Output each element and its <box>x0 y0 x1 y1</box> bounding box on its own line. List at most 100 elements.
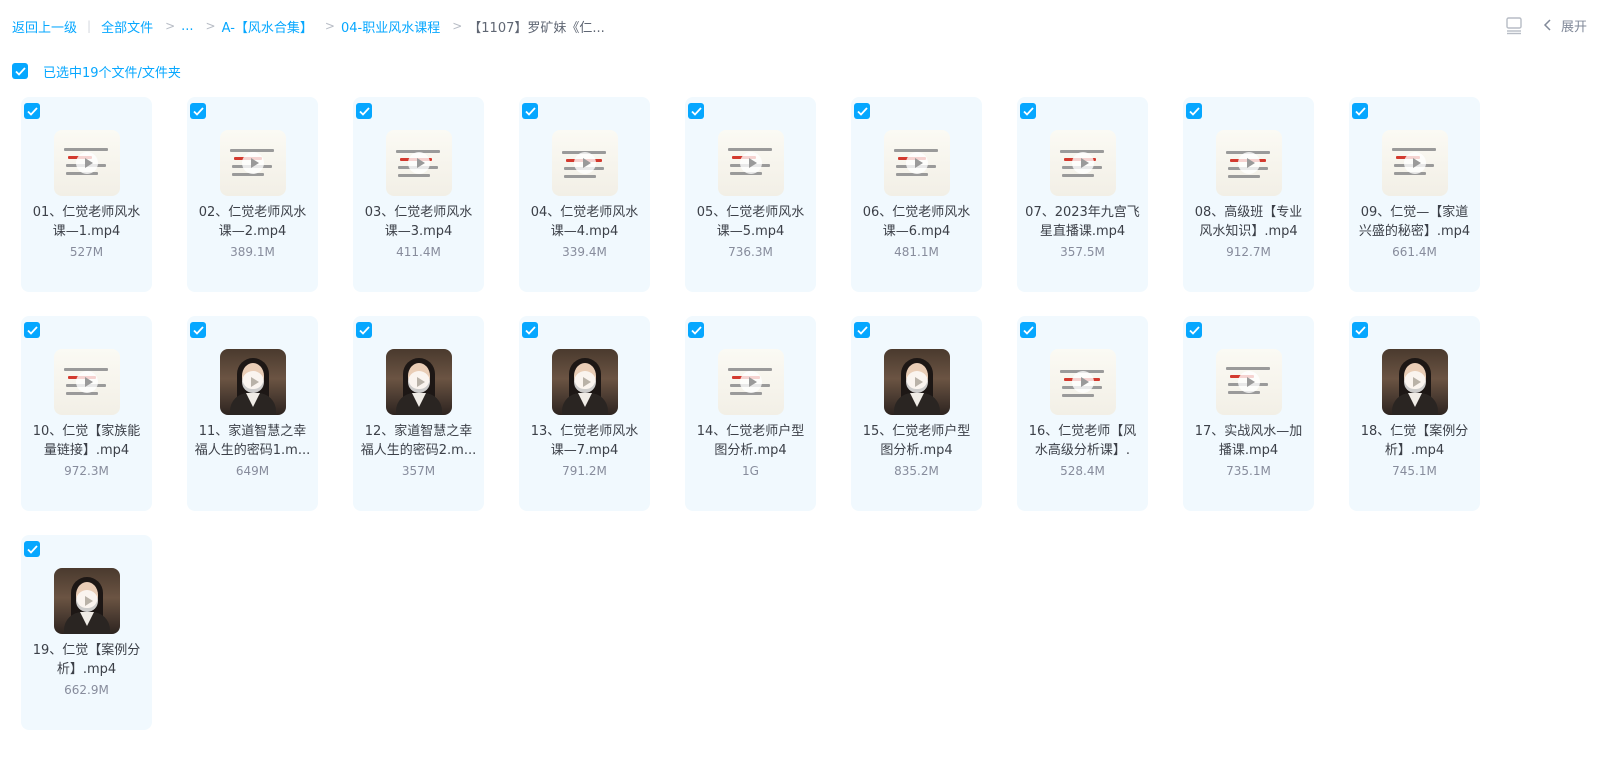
check-icon <box>856 325 868 335</box>
check-icon <box>1022 106 1034 116</box>
file-tile[interactable]: 11、家道智慧之幸福人生的密码1.m... 649M <box>187 316 318 511</box>
back-link[interactable]: 返回上一级 <box>12 17 77 36</box>
slide-thumbnail <box>1382 130 1448 196</box>
check-icon <box>690 106 702 116</box>
file-name: 01、仁觉老师风水课—1.mp4 <box>32 205 141 239</box>
check-icon <box>1354 325 1366 335</box>
list-view-icon[interactable] <box>1503 14 1525 36</box>
file-tile[interactable]: 17、实战风水—加播课.mp4 735.1M <box>1183 316 1314 511</box>
select-all-checkbox[interactable] <box>12 63 28 79</box>
file-tile[interactable]: 13、仁觉老师风水课—7.mp4 791.2M <box>519 316 650 511</box>
play-icon <box>242 152 264 174</box>
expand-button[interactable]: 展开 <box>1543 16 1587 35</box>
file-name: 19、仁觉【案例分析】.mp4 <box>32 643 141 677</box>
file-tile[interactable]: 06、仁觉老师风水课—6.mp4 481.1M <box>851 97 982 292</box>
file-tile[interactable]: 18、仁觉【案例分析】.mp4 745.1M <box>1349 316 1480 511</box>
file-checkbox[interactable] <box>1352 322 1368 338</box>
play-icon <box>76 590 98 612</box>
file-checkbox[interactable] <box>24 322 40 338</box>
file-size: 389.1M <box>230 245 275 259</box>
video-thumbnail <box>220 349 286 415</box>
breadcrumb-level-1[interactable]: A-【风水合集】 <box>222 17 313 36</box>
file-checkbox[interactable] <box>1020 322 1036 338</box>
right-tools: 展开 <box>1503 14 1587 36</box>
file-checkbox[interactable] <box>688 103 704 119</box>
file-tile[interactable]: 19、仁觉【案例分析】.mp4 662.9M <box>21 535 152 730</box>
file-checkbox[interactable] <box>356 322 372 338</box>
file-tile[interactable]: 09、仁觉—【家道兴盛的秘密】.mp4 661.4M <box>1349 97 1480 292</box>
file-tile[interactable]: 03、仁觉老师风水课—3.mp4 411.4M <box>353 97 484 292</box>
breadcrumb-separator-icon: > <box>324 19 335 33</box>
play-icon <box>242 371 264 393</box>
file-tile[interactable]: 10、仁觉【家族能量链接】.mp4 972.3M <box>21 316 152 511</box>
play-icon <box>76 152 98 174</box>
file-size: 662.9M <box>64 683 109 697</box>
breadcrumb-all-files[interactable]: 全部文件 <box>101 17 153 36</box>
file-checkbox[interactable] <box>854 322 870 338</box>
file-checkbox[interactable] <box>24 103 40 119</box>
check-icon <box>1354 106 1366 116</box>
file-size: 527M <box>69 245 104 259</box>
video-thumbnail <box>884 349 950 415</box>
file-tile[interactable]: 14、仁觉老师户型图分析.mp4 1G <box>685 316 816 511</box>
file-name: 07、2023年九宫飞星直播课.mp4 <box>1025 205 1140 239</box>
file-tile[interactable]: 08、高级班【专业风水知识】.mp4 912.7M <box>1183 97 1314 292</box>
file-grid: 01、仁觉老师风水课—1.mp4 527M 02、仁觉老师风水课—2.mp4 389.… <box>21 97 1491 730</box>
breadcrumb-ellipsis[interactable]: ... <box>181 19 193 34</box>
slide-thumbnail <box>54 349 120 415</box>
file-name: 16、仁觉老师【风水高级分析课】. <box>1028 424 1137 458</box>
file-checkbox[interactable] <box>522 103 538 119</box>
breadcrumb-separator-icon: > <box>165 19 176 33</box>
file-name: 06、仁觉老师风水课—6.mp4 <box>862 205 971 239</box>
file-tile[interactable]: 12、家道智慧之幸福人生的密码2.m... 357M <box>353 316 484 511</box>
file-name: 15、仁觉老师户型图分析.mp4 <box>862 424 971 458</box>
video-thumbnail <box>1382 349 1448 415</box>
file-size: 972.3M <box>64 464 109 478</box>
check-icon <box>690 325 702 335</box>
file-checkbox[interactable] <box>1020 103 1036 119</box>
file-checkbox[interactable] <box>190 322 206 338</box>
breadcrumb-level-2[interactable]: 04-职业风水课程 <box>341 17 440 36</box>
slide-thumbnail <box>1050 349 1116 415</box>
file-checkbox[interactable] <box>24 541 40 557</box>
video-thumbnail <box>54 568 120 634</box>
file-size: 1G <box>742 464 759 478</box>
file-tile[interactable]: 05、仁觉老师风水课—5.mp4 736.3M <box>685 97 816 292</box>
video-thumbnail <box>552 349 618 415</box>
chevron-left-icon <box>1543 19 1551 31</box>
breadcrumb-separator-icon: > <box>452 19 463 33</box>
check-icon <box>1022 325 1034 335</box>
file-size: 736.3M <box>728 245 773 259</box>
check-icon <box>14 66 26 76</box>
breadcrumb: 返回上一级 | 全部文件 > ... > A-【风水合集】 > 04-职业风水课… <box>12 16 605 36</box>
file-size: 411.4M <box>396 245 441 259</box>
file-size: 661.4M <box>1392 245 1437 259</box>
file-checkbox[interactable] <box>356 103 372 119</box>
file-tile[interactable]: 16、仁觉老师【风水高级分析课】. 528.4M <box>1017 316 1148 511</box>
play-icon <box>574 152 596 174</box>
play-icon <box>1404 152 1426 174</box>
file-name: 14、仁觉老师户型图分析.mp4 <box>696 424 805 458</box>
file-checkbox[interactable] <box>854 103 870 119</box>
file-checkbox[interactable] <box>522 322 538 338</box>
file-tile[interactable]: 07、2023年九宫飞星直播课.mp4 357.5M <box>1017 97 1148 292</box>
file-checkbox[interactable] <box>1186 322 1202 338</box>
file-size: 481.1M <box>894 245 939 259</box>
file-tile[interactable]: 02、仁觉老师风水课—2.mp4 389.1M <box>187 97 318 292</box>
file-checkbox[interactable] <box>1352 103 1368 119</box>
file-checkbox[interactable] <box>688 322 704 338</box>
file-checkbox[interactable] <box>1186 103 1202 119</box>
file-tile[interactable]: 04、仁觉老师风水课—4.mp4 339.4M <box>519 97 650 292</box>
file-name: 18、仁觉【案例分析】.mp4 <box>1360 424 1469 458</box>
file-size: 735.1M <box>1226 464 1271 478</box>
file-tile[interactable]: 01、仁觉老师风水课—1.mp4 527M <box>21 97 152 292</box>
file-name: 09、仁觉—【家道兴盛的秘密】.mp4 <box>1358 205 1471 239</box>
file-tile[interactable]: 15、仁觉老师户型图分析.mp4 835.2M <box>851 316 982 511</box>
slide-thumbnail <box>1216 349 1282 415</box>
file-name: 10、仁觉【家族能量链接】.mp4 <box>32 424 141 458</box>
file-checkbox[interactable] <box>190 103 206 119</box>
selection-bar: 已选中19个文件/文件夹 <box>12 62 181 81</box>
slide-thumbnail <box>718 130 784 196</box>
slide-thumbnail <box>552 130 618 196</box>
breadcrumb-separator-icon: > <box>205 19 216 33</box>
